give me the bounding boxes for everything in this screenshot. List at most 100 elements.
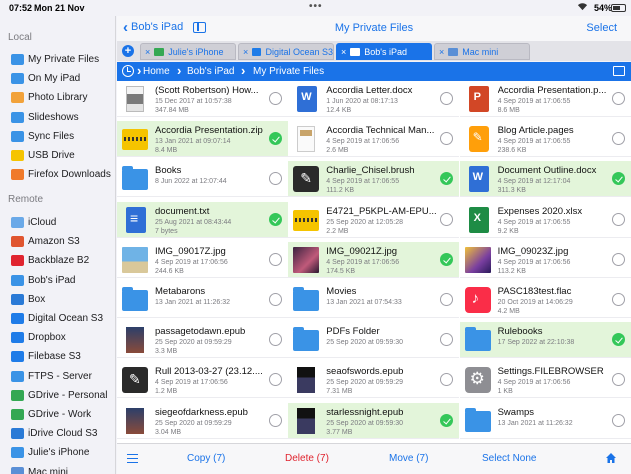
file-item[interactable]: passagetodawn.epub 25 Sep 2020 at 09:59:2… xyxy=(117,322,288,359)
select-circle-icon[interactable] xyxy=(440,212,454,226)
breadcrumb-current[interactable]: My Private Files xyxy=(253,66,324,77)
add-tab-button[interactable]: + xyxy=(122,45,134,57)
sidebar-item[interactable]: GDrive - Work xyxy=(0,405,115,424)
select-circle-icon[interactable] xyxy=(269,252,282,266)
select-circle-icon[interactable] xyxy=(611,92,625,105)
copy-button[interactable]: Copy (7) xyxy=(187,453,225,464)
checkmark-icon[interactable] xyxy=(269,212,282,226)
file-item[interactable]: (Scott Robertson) How... 15 Dec 2017 at 1… xyxy=(117,81,288,117)
tab[interactable]: × Digital Ocean S3 xyxy=(238,43,334,60)
sidebar-item[interactable]: Slideshows xyxy=(0,108,115,127)
sidebar-item[interactable]: Mac mini xyxy=(0,463,115,474)
select-circle-icon[interactable] xyxy=(440,132,454,146)
select-circle-icon[interactable] xyxy=(611,252,625,266)
select-circle-icon[interactable] xyxy=(269,172,282,186)
select-none-button[interactable]: Select None xyxy=(482,453,536,464)
sidebar-item[interactable]: iCloud xyxy=(0,213,115,232)
close-tab-icon[interactable]: × xyxy=(439,47,444,57)
checkmark-icon[interactable] xyxy=(440,413,454,427)
file-item[interactable]: Expenses 2020.xlsx4 Sep 2019 at 17:06:55… xyxy=(459,201,631,238)
sidebar-item[interactable]: FTPS - Server xyxy=(0,367,115,386)
file-item[interactable]: Settings.FILEBROWSER4 Sep 2019 at 17:06:… xyxy=(459,362,631,399)
keyboard-icon[interactable] xyxy=(613,66,625,76)
file-item[interactable]: Accordia Presentation.zip 13 Jan 2021 at … xyxy=(117,121,288,158)
file-item[interactable]: document.txt25 Aug 2021 at 08:43:447 byt… xyxy=(117,201,288,238)
select-circle-icon[interactable] xyxy=(269,333,282,347)
tab[interactable]: × Julie's iPhone xyxy=(140,43,236,60)
file-item[interactable]: IMG_09017Z.jpg 4 Sep 2019 at 17:06:56 244.… xyxy=(117,241,288,278)
file-item[interactable]: E4721_P5KPL-AM-EPU... 25 Sep 2020 at 12:0… xyxy=(288,201,460,238)
checkmark-icon[interactable] xyxy=(440,252,454,266)
multitasking-dots-icon[interactable]: ••• xyxy=(309,1,323,12)
file-item[interactable]: Blog Article.pages4 Sep 2019 at 17:06:55… xyxy=(459,121,631,158)
file-item[interactable]: Metabarons 13 Jan 2021 at 11:26:32 xyxy=(117,282,288,318)
file-item[interactable]: Charlie_Chisel.brush4 Sep 2019 at 17:06:… xyxy=(288,161,460,198)
file-item[interactable]: Rulebooks 17 Sep 2022 at 22:10:38 xyxy=(459,322,631,359)
file-item[interactable]: starlessnight.epub 25 Sep 2020 at 09:59:3… xyxy=(288,402,460,439)
file-item[interactable]: Books 8 Jun 2022 at 12:07:44 xyxy=(117,161,288,198)
select-circle-icon[interactable] xyxy=(611,293,625,306)
select-circle-icon[interactable] xyxy=(269,373,282,387)
file-item[interactable]: IMG_09023Z.jpg 4 Sep 2019 at 17:06:56 113.… xyxy=(459,241,631,278)
checkmark-icon[interactable] xyxy=(611,333,625,347)
sidebar-item[interactable]: Box xyxy=(0,290,115,309)
sidebar-item[interactable]: USB Drive xyxy=(0,146,115,165)
sidebar-item[interactable]: Backblaze B2 xyxy=(0,251,115,270)
sidebar-item[interactable]: Digital Ocean S3 xyxy=(0,309,115,328)
sidebar-item[interactable]: Amazon S3 xyxy=(0,232,115,251)
select-circle-icon[interactable] xyxy=(440,333,454,347)
select-circle-icon[interactable] xyxy=(440,92,454,105)
file-item[interactable]: Accordia Letter.docx 1 Jun 2020 at 08:17:… xyxy=(288,81,460,117)
file-item[interactable]: Movies 13 Jan 2021 at 07:54:33 xyxy=(288,282,460,318)
history-icon[interactable] xyxy=(122,65,134,77)
file-item[interactable]: Document Outline.docx4 Sep 2019 at 12:17… xyxy=(459,161,631,198)
file-item[interactable]: Accordia Presentation.p... 4 Sep 2019 at … xyxy=(459,81,631,117)
sidebar-item[interactable]: Filebase S3 xyxy=(0,347,115,366)
file-item[interactable]: seaofswords.epub 25 Sep 2020 at 09:59:29 7… xyxy=(288,362,460,399)
sidebar-item[interactable]: On My iPad xyxy=(0,69,115,88)
sidebar-item[interactable]: GDrive - Personal xyxy=(0,386,115,405)
file-item[interactable]: Swamps 13 Jan 2021 at 11:26:32 xyxy=(459,402,631,439)
select-circle-icon[interactable] xyxy=(269,293,282,306)
close-tab-icon[interactable]: × xyxy=(243,47,248,57)
file-item[interactable]: PASC183test.flac 20 Oct 2019 at 14:06:29 4… xyxy=(459,282,631,318)
select-circle-icon[interactable] xyxy=(611,373,625,387)
delete-button[interactable]: Delete (7) xyxy=(285,453,329,464)
close-tab-icon[interactable]: × xyxy=(341,47,346,57)
ftp-icon xyxy=(11,370,24,382)
select-circle-icon[interactable] xyxy=(269,92,282,105)
sidebar-item[interactable]: Julie's iPhone xyxy=(0,443,115,462)
file-item[interactable]: IMG_09021Z.jpg 4 Sep 2019 at 17:06:56 174.… xyxy=(288,241,460,278)
move-button[interactable]: Move (7) xyxy=(389,453,428,464)
checkmark-icon[interactable] xyxy=(440,172,454,186)
sidebar-item[interactable]: Dropbox xyxy=(0,328,115,347)
select-circle-icon[interactable] xyxy=(611,132,625,146)
select-circle-icon[interactable] xyxy=(440,293,454,306)
tab[interactable]: × Bob's iPad xyxy=(336,43,432,60)
menu-icon[interactable] xyxy=(127,454,138,463)
select-circle-icon[interactable] xyxy=(269,413,282,427)
tab[interactable]: × Mac mini xyxy=(434,43,530,60)
sidebar-item[interactable]: iDrive Cloud S3 xyxy=(0,424,115,443)
file-item[interactable]: PDFs Folder 25 Sep 2020 at 09:59:30 xyxy=(288,322,460,359)
breadcrumb-bobs-ipad[interactable]: Bob's iPad xyxy=(187,66,235,77)
file-date: 4 Sep 2019 at 17:06:55 xyxy=(497,218,571,226)
sidebar-item[interactable]: Bob's iPad xyxy=(0,271,115,290)
file-item[interactable]: Rull 2013-03-27 (23.12....4 Sep 2019 at … xyxy=(117,362,288,399)
sidebar-item[interactable]: Firefox Downloads xyxy=(0,165,115,184)
sidebar-item[interactable]: Photo Library xyxy=(0,88,115,107)
sidebar-item[interactable]: Sync Files xyxy=(0,127,115,146)
checkmark-icon[interactable] xyxy=(269,132,282,146)
file-size: 7.31 MB xyxy=(326,388,353,396)
sidebar-item[interactable]: My Private Files xyxy=(0,50,115,69)
select-circle-icon[interactable] xyxy=(440,373,454,387)
select-button[interactable]: Select xyxy=(586,22,617,34)
select-circle-icon[interactable] xyxy=(611,212,625,226)
file-item[interactable]: Accordia Technical Man... 4 Sep 2019 at 1… xyxy=(288,121,460,158)
home-icon[interactable] xyxy=(605,452,617,464)
select-circle-icon[interactable] xyxy=(611,413,625,427)
file-item[interactable]: siegeofdarkness.epub 25 Sep 2020 at 09:59… xyxy=(117,402,288,439)
checkmark-icon[interactable] xyxy=(611,172,625,186)
close-tab-icon[interactable]: × xyxy=(145,47,150,57)
breadcrumb-home[interactable]: Home xyxy=(143,66,170,77)
